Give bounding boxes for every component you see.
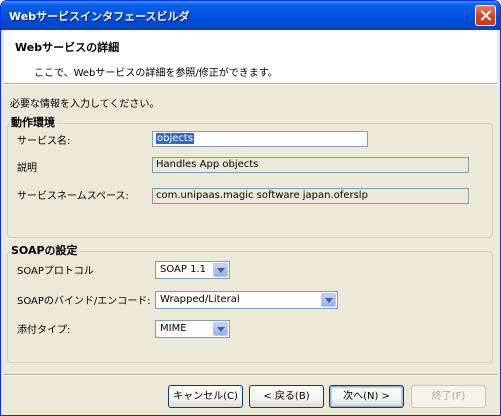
- wizard-window: Webサービスインタフェースビルダ Webサービスの詳細 ここで、Webサービス…: [0, 0, 501, 416]
- namespace-field[interactable]: com.unipaas.magic software japan.oferslp: [152, 188, 469, 204]
- soap-binding-select[interactable]: Wrapped/Literal: [155, 291, 338, 309]
- service-name-label: サービス名:: [17, 136, 71, 147]
- soap-binding-label: SOAPのバインド/エンコード:: [17, 296, 151, 307]
- soap-protocol-select[interactable]: SOAP 1.1: [155, 261, 230, 279]
- chevron-down-icon[interactable]: [213, 263, 228, 277]
- back-button[interactable]: < 戻る(B): [249, 385, 324, 408]
- header-divider: [4, 83, 497, 85]
- service-name-value: objects: [156, 133, 195, 144]
- service-name-input[interactable]: objects: [152, 131, 368, 147]
- operation-env-group-label: 動作環境: [9, 114, 57, 130]
- namespace-label: サービスネームスペース:: [17, 191, 129, 202]
- soap-settings-group-label: SOAPの設定: [9, 242, 80, 258]
- attachment-type-label: 添付タイプ:: [17, 325, 71, 336]
- page-title: Webサービスの詳細: [15, 41, 120, 54]
- intro-text: 必要な情報を入力してください。: [10, 99, 160, 110]
- description-label: 説明: [17, 163, 37, 174]
- next-button[interactable]: 次へ(N) >: [329, 385, 404, 408]
- footer-divider: [4, 374, 497, 376]
- title-bar[interactable]: Webサービスインタフェースビルダ: [1, 1, 500, 30]
- soap-binding-value: Wrapped/Literal: [160, 294, 240, 305]
- wizard-header: Webサービスの詳細 ここで、Webサービスの詳細を参照/修正ができます。: [4, 30, 497, 83]
- chevron-down-icon[interactable]: [213, 322, 228, 336]
- soap-protocol-value: SOAP 1.1: [160, 264, 206, 275]
- soap-protocol-label: SOAPプロトコル: [17, 266, 94, 277]
- attachment-type-value: MIME: [160, 323, 187, 334]
- attachment-type-select[interactable]: MIME: [155, 320, 230, 338]
- page-subtitle: ここで、Webサービスの詳細を参照/修正ができます。: [34, 68, 278, 79]
- close-icon[interactable]: [475, 5, 496, 26]
- finish-button[interactable]: 終了(F): [411, 385, 486, 408]
- chevron-down-icon[interactable]: [321, 293, 336, 307]
- cancel-button[interactable]: キャンセル(C): [168, 385, 243, 408]
- window-title: Webサービスインタフェースビルダ: [9, 10, 190, 23]
- description-field[interactable]: Handles App objects: [152, 157, 469, 173]
